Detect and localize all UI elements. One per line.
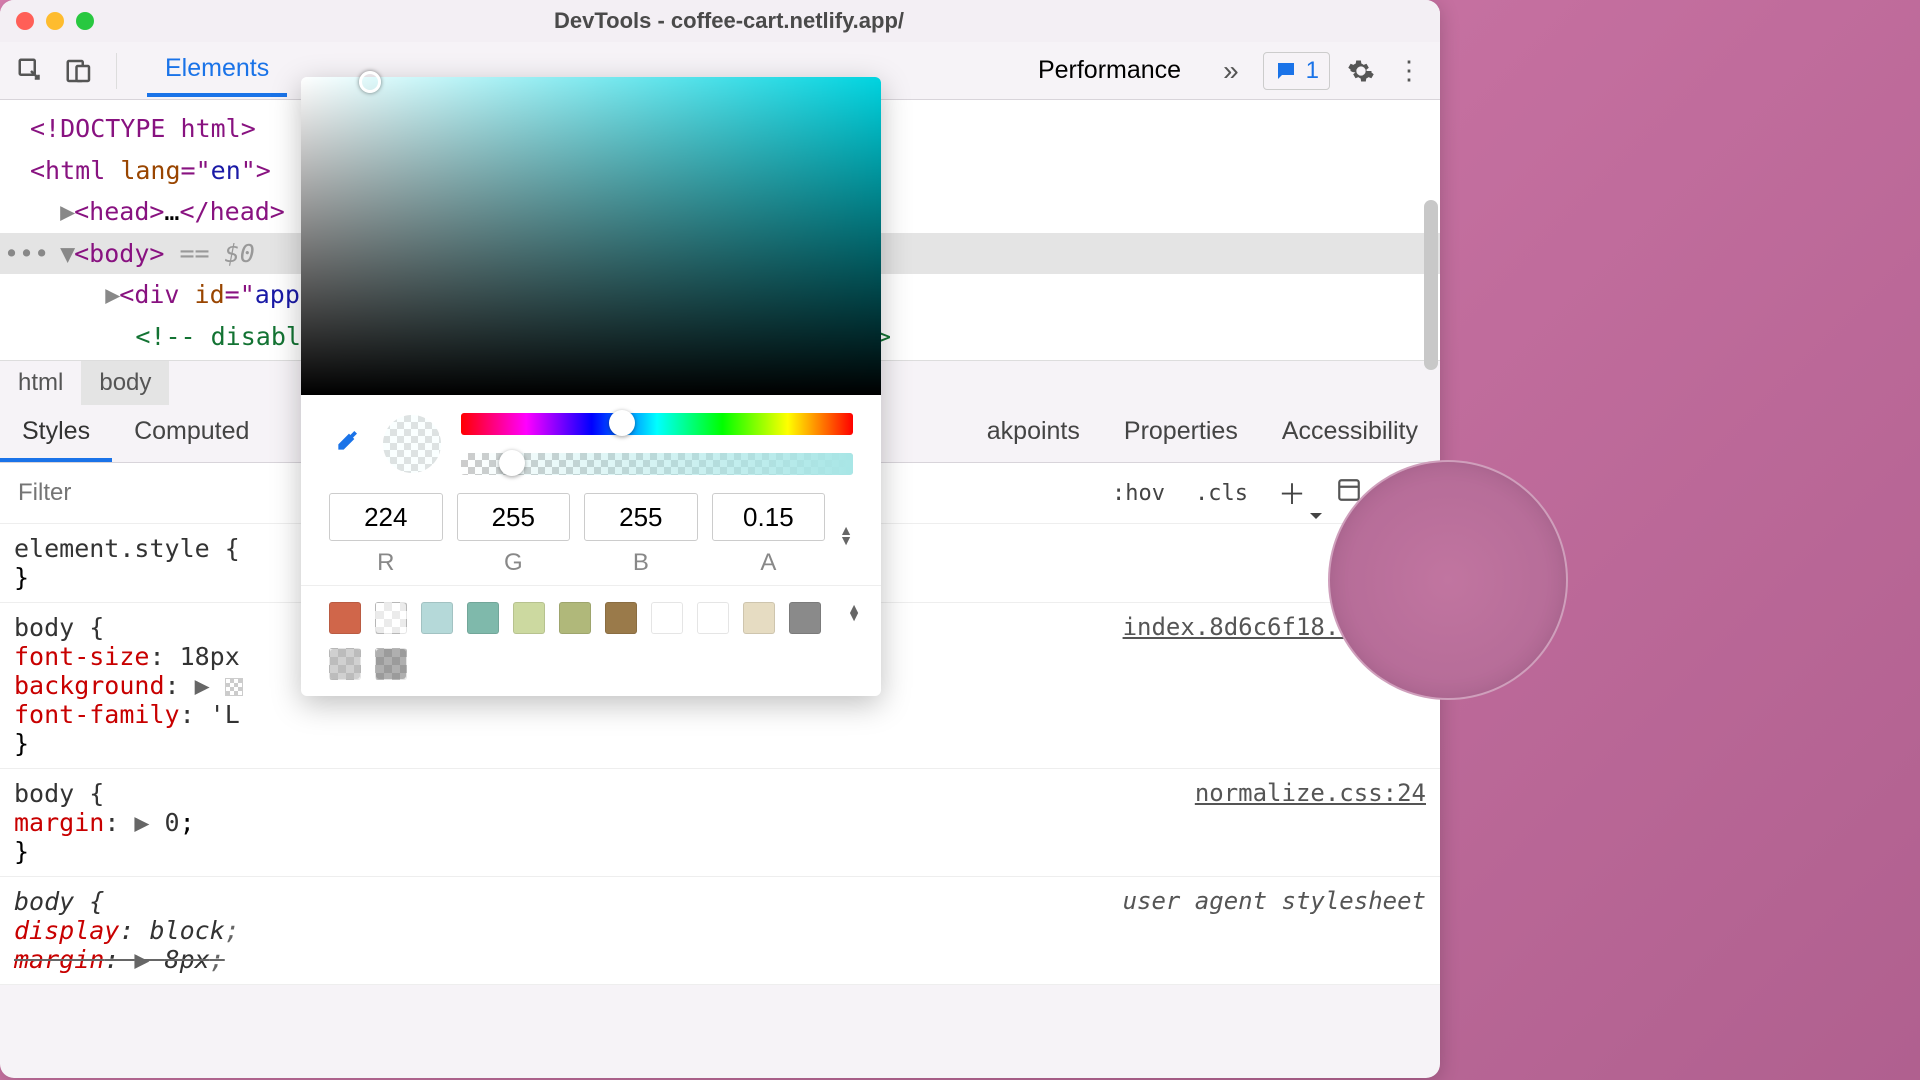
issues-badge[interactable]: 1 bbox=[1263, 52, 1330, 90]
hue-slider[interactable] bbox=[461, 413, 853, 435]
eyedropper-icon[interactable] bbox=[329, 427, 363, 461]
g-input[interactable] bbox=[457, 493, 571, 541]
collapse-triangle-icon[interactable]: ▼ bbox=[60, 235, 74, 273]
palette-swatch[interactable] bbox=[789, 602, 821, 634]
crumb-body[interactable]: body bbox=[81, 361, 169, 405]
expand-triangle-icon[interactable]: ▶ bbox=[105, 276, 119, 314]
close-window-button[interactable] bbox=[16, 12, 34, 30]
minimize-window-button[interactable] bbox=[46, 12, 64, 30]
color-mode-toggle[interactable]: ▲▼ bbox=[839, 526, 853, 544]
inspect-element-icon[interactable] bbox=[14, 54, 48, 88]
saturation-value-area[interactable] bbox=[301, 77, 881, 395]
eyedropper-magnifier[interactable] bbox=[1328, 460, 1568, 700]
titlebar: DevTools - coffee-cart.netlify.app/ bbox=[0, 0, 1440, 42]
devtools-window: DevTools - coffee-cart.netlify.app/ Elem… bbox=[0, 0, 1440, 1078]
expand-triangle-icon[interactable]: ▶ bbox=[60, 193, 74, 231]
color-picker-popover: R G B A ▲▼ ▲▼ bbox=[301, 77, 881, 696]
tab-elements[interactable]: Elements bbox=[147, 44, 287, 97]
scrollbar[interactable] bbox=[1424, 200, 1438, 370]
window-title: DevTools - coffee-cart.netlify.app/ bbox=[94, 8, 1364, 34]
palette-swatch[interactable] bbox=[513, 602, 545, 634]
palette-swatch[interactable] bbox=[605, 602, 637, 634]
color-preview bbox=[383, 415, 441, 473]
b-input[interactable] bbox=[584, 493, 698, 541]
palette-swatches: ▲▼ bbox=[301, 585, 881, 696]
color-swatch-icon[interactable] bbox=[225, 678, 243, 696]
palette-swatch[interactable] bbox=[467, 602, 499, 634]
style-rule-ua[interactable]: user agent stylesheet body { display: bl… bbox=[0, 877, 1440, 985]
traffic-lights bbox=[16, 12, 94, 30]
palette-swatch[interactable] bbox=[329, 648, 361, 680]
palette-swatch[interactable] bbox=[743, 602, 775, 634]
palette-swatch[interactable] bbox=[329, 602, 361, 634]
new-style-rule-button[interactable]: ＋ bbox=[1268, 469, 1316, 517]
subtab-properties[interactable]: Properties bbox=[1102, 405, 1260, 462]
r-input[interactable] bbox=[329, 493, 443, 541]
subtab-styles[interactable]: Styles bbox=[0, 405, 112, 462]
hue-handle[interactable] bbox=[609, 410, 635, 436]
panel-tabs: Elements bbox=[147, 44, 287, 97]
expand-icon[interactable]: ▶ bbox=[134, 808, 149, 837]
tab-performance[interactable]: Performance bbox=[1020, 46, 1199, 95]
crumb-html[interactable]: html bbox=[0, 361, 81, 405]
a-input[interactable] bbox=[712, 493, 826, 541]
doctype: <!DOCTYPE html> bbox=[30, 114, 256, 143]
settings-icon[interactable] bbox=[1344, 54, 1378, 88]
source-label: user agent stylesheet bbox=[1123, 887, 1426, 915]
device-toolbar-icon[interactable] bbox=[62, 54, 96, 88]
issues-count: 1 bbox=[1306, 57, 1319, 85]
alpha-slider[interactable] bbox=[461, 453, 853, 475]
sv-handle[interactable] bbox=[359, 71, 381, 93]
subtab-accessibility[interactable]: Accessibility bbox=[1260, 405, 1440, 462]
subtab-computed[interactable]: Computed bbox=[112, 405, 271, 462]
cls-toggle[interactable]: .cls bbox=[1185, 477, 1258, 510]
expand-icon[interactable]: ▶ bbox=[195, 671, 210, 700]
alpha-handle[interactable] bbox=[499, 450, 525, 476]
source-link[interactable]: normalize.css:24 bbox=[1195, 779, 1426, 807]
palette-swatch[interactable] bbox=[421, 602, 453, 634]
palette-swatch[interactable] bbox=[651, 602, 683, 634]
zoom-window-button[interactable] bbox=[76, 12, 94, 30]
kebab-menu-icon[interactable]: ⋮ bbox=[1392, 54, 1426, 88]
hover-toggle[interactable]: :hov bbox=[1102, 477, 1175, 510]
palette-swatch[interactable] bbox=[559, 602, 591, 634]
palette-toggle[interactable]: ▲▼ bbox=[847, 604, 861, 620]
expand-icon[interactable]: ▶ bbox=[134, 945, 149, 974]
subtab-breakpoints[interactable]: akpoints bbox=[965, 405, 1102, 462]
palette-swatch[interactable] bbox=[697, 602, 729, 634]
more-tabs-icon[interactable]: » bbox=[1213, 55, 1249, 87]
style-rule[interactable]: normalize.css:24 body { margin: ▶ 0; } bbox=[0, 769, 1440, 877]
palette-swatch[interactable] bbox=[375, 602, 407, 634]
node-actions-icon[interactable]: ••• bbox=[4, 235, 49, 273]
palette-swatch[interactable] bbox=[375, 648, 407, 680]
